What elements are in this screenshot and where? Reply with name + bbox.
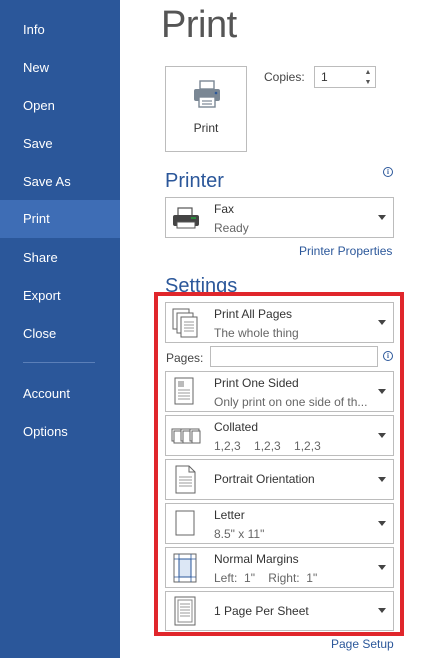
highlight-frame	[154, 292, 404, 636]
print-button[interactable]: Print	[165, 66, 247, 152]
sidebar-item-options[interactable]: Options	[0, 413, 120, 451]
copies-label: Copies:	[264, 70, 305, 84]
sidebar-item-account[interactable]: Account	[0, 375, 120, 413]
sidebar-item-new[interactable]: New	[0, 49, 120, 87]
printer-status: Ready	[214, 221, 249, 235]
sidebar-item-info[interactable]: Info	[0, 11, 120, 49]
sidebar-item-close[interactable]: Close	[0, 315, 120, 353]
page-setup-link[interactable]: Page Setup	[331, 637, 394, 651]
printer-section-title: Printer	[165, 170, 224, 192]
chevron-down-icon	[378, 214, 386, 220]
sidebar-item-print[interactable]: Print	[0, 200, 120, 238]
printer-icon	[194, 80, 220, 108]
fax-printer-icon	[173, 206, 199, 228]
backstage-sidebar: Info New Open Save Save As Print Share E…	[0, 0, 120, 658]
copies-value[interactable]: 1	[321, 70, 328, 84]
print-button-label: Print	[193, 121, 219, 135]
printer-name: Fax	[214, 202, 235, 216]
sidebar-item-save-as[interactable]: Save As	[0, 163, 120, 201]
sidebar-item-export[interactable]: Export	[0, 277, 120, 315]
copies-increment-button[interactable]: ▲	[362, 68, 374, 77]
sidebar-divider	[23, 362, 95, 363]
copies-decrement-button[interactable]: ▼	[362, 78, 374, 87]
copies-stepper[interactable]: 1 ▲ ▼	[314, 66, 376, 88]
sidebar-item-share[interactable]: Share	[0, 239, 120, 277]
printer-dropdown[interactable]: Fax Ready	[165, 197, 394, 238]
info-icon[interactable]: i	[383, 167, 393, 177]
sidebar-item-open[interactable]: Open	[0, 87, 120, 125]
page-title: Print	[161, 4, 237, 46]
sidebar-item-save[interactable]: Save	[0, 125, 120, 163]
printer-properties-link[interactable]: Printer Properties	[299, 244, 392, 258]
